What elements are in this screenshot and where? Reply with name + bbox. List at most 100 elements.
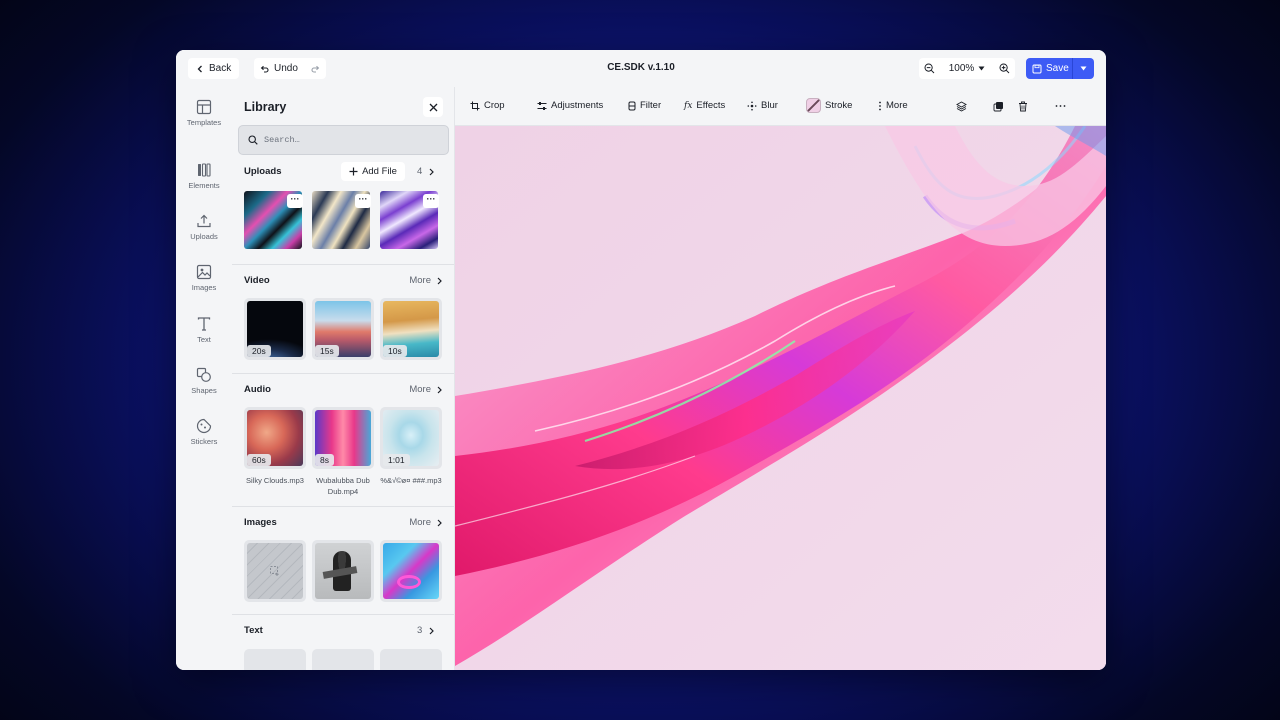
adjustments-label: Adjustments xyxy=(551,100,604,111)
more-options-button[interactable] xyxy=(1052,98,1068,114)
uploads-count-link[interactable]: 4 xyxy=(417,166,435,177)
text-preset-thumbnail[interactable] xyxy=(312,649,374,670)
plus-icon xyxy=(349,167,358,176)
layers-button[interactable] xyxy=(953,98,969,114)
rail-item-text[interactable]: Text xyxy=(176,316,232,344)
video-more-label: More xyxy=(409,275,431,286)
audio-heading: Audio xyxy=(244,384,271,395)
add-file-button[interactable]: Add File xyxy=(341,162,405,181)
chevron-right-icon xyxy=(437,277,442,284)
text-preset-thumbnail[interactable] xyxy=(244,649,306,670)
more-label: More xyxy=(886,100,908,111)
rail-label-uploads: Uploads xyxy=(190,232,218,241)
images-more-label: More xyxy=(409,517,431,528)
audio-duration: 1:01 xyxy=(383,454,410,466)
save-button-group: Save xyxy=(1026,58,1094,79)
zoom-out-icon[interactable] xyxy=(924,63,935,74)
image-thumbnail[interactable] xyxy=(380,540,442,602)
blur-label: Blur xyxy=(761,100,778,111)
audio-file-name: Wubalubba Dub Dub.mp4 xyxy=(316,476,370,496)
duplicate-button[interactable] xyxy=(990,98,1006,114)
zoom-dropdown[interactable]: 100% xyxy=(949,63,986,74)
effects-icon: fx xyxy=(684,100,693,111)
more-options-button[interactable]: ··· xyxy=(287,194,303,208)
library-title: Library xyxy=(244,100,287,114)
uploads-count: 4 xyxy=(417,166,423,177)
uploads-heading: Uploads xyxy=(244,166,282,177)
filter-button[interactable]: Filter xyxy=(628,100,661,111)
caret-down-icon xyxy=(1080,66,1087,71)
delete-button[interactable] xyxy=(1015,98,1031,114)
image-placeholder-thumbnail[interactable] xyxy=(244,540,306,602)
audio-more-link[interactable]: More xyxy=(409,384,442,395)
effects-label: Effects xyxy=(696,100,726,111)
text-count-link[interactable]: 3 xyxy=(417,625,435,636)
stroke-swatch-icon xyxy=(806,98,821,113)
upload-thumbnail[interactable]: ··· xyxy=(244,191,306,253)
chevron-right-icon xyxy=(437,519,442,526)
filter-label: Filter xyxy=(640,100,662,111)
adjustments-icon xyxy=(537,101,547,110)
rail-item-templates[interactable]: Templates xyxy=(176,99,232,127)
video-more-link[interactable]: More xyxy=(409,275,442,286)
rail-item-images[interactable]: Images xyxy=(176,264,232,292)
rail-item-elements[interactable]: Elements xyxy=(176,162,232,190)
save-options-button[interactable] xyxy=(1073,66,1094,71)
elements-icon xyxy=(198,163,211,177)
audio-thumbnail[interactable]: 8s xyxy=(312,407,374,469)
audio-file-name: %&√©ø¤ ###.mp3 xyxy=(380,476,442,485)
more-tools-button[interactable]: More xyxy=(878,100,908,111)
video-duration: 20s xyxy=(247,345,271,357)
canvas[interactable] xyxy=(455,126,1106,670)
audio-thumbnail[interactable]: 1:01 xyxy=(380,407,442,469)
stroke-button[interactable]: Stroke xyxy=(806,98,852,113)
blur-button[interactable]: Blur xyxy=(747,100,778,111)
text-icon xyxy=(197,317,211,331)
image-icon xyxy=(196,264,212,280)
rail-item-uploads[interactable]: Uploads xyxy=(176,213,232,241)
upload-thumbnail[interactable]: ··· xyxy=(380,191,442,253)
library-panel: Library Uploads Add File 4 ··· ··· ··· xyxy=(232,87,455,670)
audio-file-name: Silky Clouds.mp3 xyxy=(246,476,304,485)
rail-item-stickers[interactable]: Stickers xyxy=(176,418,232,446)
video-thumbnail[interactable]: 15s xyxy=(312,298,374,360)
audio-more-label: More xyxy=(409,384,431,395)
add-file-label: Add File xyxy=(362,166,397,177)
rail-label-text: Text xyxy=(197,335,211,344)
text-count: 3 xyxy=(417,625,423,636)
video-heading: Video xyxy=(244,275,270,286)
video-thumbnail[interactable]: 20s xyxy=(244,298,306,360)
chevron-right-icon xyxy=(429,627,435,634)
rail-label-images: Images xyxy=(191,283,217,292)
blur-icon xyxy=(747,101,757,110)
rail-label-stickers: Stickers xyxy=(190,437,218,446)
image-thumbnail[interactable] xyxy=(312,540,374,602)
images-more-link[interactable]: More xyxy=(409,517,442,528)
search-input[interactable] xyxy=(264,135,434,145)
close-library-button[interactable] xyxy=(423,97,443,117)
top-bar: Back Undo CE.SDK v.1.10 100% Save xyxy=(176,50,1106,88)
text-heading: Text xyxy=(244,625,263,636)
shapes-icon xyxy=(196,367,211,382)
more-options-button[interactable]: ··· xyxy=(355,194,371,208)
upload-thumbnail[interactable]: ··· xyxy=(312,191,374,253)
adjustments-button[interactable]: Adjustments xyxy=(537,100,603,111)
audio-thumbnail[interactable]: 60s xyxy=(244,407,306,469)
zoom-value: 100% xyxy=(948,63,975,74)
chevron-right-icon xyxy=(437,386,442,393)
rail-item-shapes[interactable]: Shapes xyxy=(176,367,232,395)
crop-button[interactable]: Crop xyxy=(470,100,505,111)
zoom-in-icon[interactable] xyxy=(999,63,1010,74)
editor-window: Back Undo CE.SDK v.1.10 100% Save Templa… xyxy=(176,50,1106,670)
zoom-control: 100% xyxy=(919,58,1015,79)
save-icon xyxy=(1032,64,1042,73)
more-options-button[interactable]: ··· xyxy=(423,194,439,208)
text-preset-thumbnail[interactable] xyxy=(380,649,442,670)
crop-label: Crop xyxy=(484,100,505,111)
video-thumbnail[interactable]: 10s xyxy=(380,298,442,360)
rail-label-shapes: Shapes xyxy=(191,386,217,395)
save-button[interactable]: Save xyxy=(1026,63,1072,74)
video-duration: 10s xyxy=(383,345,407,357)
rail-label-templates: Templates xyxy=(186,118,222,127)
effects-button[interactable]: fx Effects xyxy=(684,100,725,111)
